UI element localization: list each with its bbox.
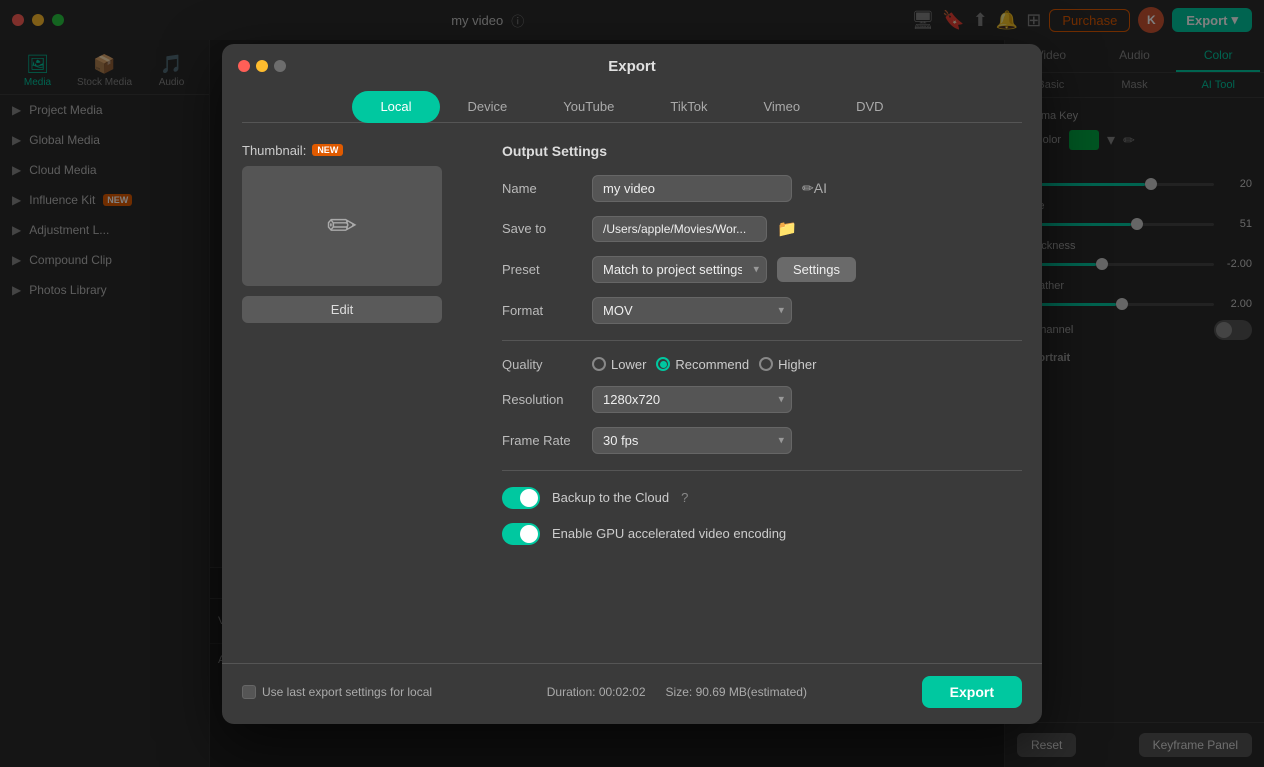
resolution-select-wrapper: 1280x720 1920x1080 3840x2160 [592, 386, 792, 413]
quality-recommend[interactable]: Recommend [656, 357, 749, 372]
frame-rate-label: Frame Rate [502, 433, 582, 448]
preset-select-wrapper: Match to project settings [592, 256, 767, 283]
name-input[interactable] [592, 175, 792, 202]
dialog-tl-yellow[interactable] [256, 60, 268, 72]
preset-label: Preset [502, 262, 582, 277]
nav-tab-vimeo[interactable]: Vimeo [735, 91, 828, 122]
radio-inner [660, 361, 667, 368]
frame-rate-select[interactable]: 24 fps 25 fps 30 fps 60 fps [592, 427, 792, 454]
dialog-traffic-lights [238, 60, 286, 72]
backup-toggle-row: Backup to the Cloud ? [502, 487, 1022, 509]
save-to-value: /Users/apple/Movies/Wor... [592, 216, 767, 242]
format-select[interactable]: MOV MP4 AVI [592, 297, 792, 324]
dialog-nav: Local Device YouTube TikTok Vimeo DVD [242, 91, 1022, 123]
radio-lower[interactable] [592, 357, 606, 371]
last-settings-checkbox[interactable] [242, 685, 256, 699]
thumbnail-preview: ✏ [242, 166, 442, 286]
save-to-row: Save to /Users/apple/Movies/Wor... 📁 [502, 216, 1022, 242]
nav-tab-youtube[interactable]: YouTube [535, 91, 642, 122]
footer-left: Use last export settings for local [242, 685, 432, 699]
backup-label: Backup to the Cloud [552, 490, 669, 505]
backup-toggle-knob [520, 489, 538, 507]
radio-higher[interactable] [759, 357, 773, 371]
dialog-titlebar: Export [222, 44, 1042, 75]
quality-row: Quality Lower Recommend Higher [502, 357, 1022, 372]
export-dialog: Export Local Device YouTube TikTok Vimeo… [222, 44, 1042, 724]
save-to-label: Save to [502, 221, 582, 236]
pencil-icon: ✏ [327, 205, 357, 247]
resolution-label: Resolution [502, 392, 582, 407]
ai-icon[interactable]: ✏AI [802, 180, 827, 197]
folder-open-button[interactable]: 📁 [777, 219, 797, 239]
modal-overlay: Export Local Device YouTube TikTok Vimeo… [0, 0, 1264, 767]
help-icon[interactable]: ? [681, 490, 688, 505]
dialog-tl-green[interactable] [274, 60, 286, 72]
output-settings-title: Output Settings [502, 143, 1022, 159]
toggles-divider [502, 470, 1022, 471]
quality-higher[interactable]: Higher [759, 357, 816, 372]
backup-toggle[interactable] [502, 487, 540, 509]
resolution-row: Resolution 1280x720 1920x1080 3840x2160 [502, 386, 1022, 413]
thumbnail-new-badge: NEW [312, 144, 343, 156]
gpu-toggle-knob [520, 525, 538, 543]
dialog-title: Export [608, 58, 656, 75]
resolution-select[interactable]: 1280x720 1920x1080 3840x2160 [592, 386, 792, 413]
gpu-toggle[interactable] [502, 523, 540, 545]
dialog-footer: Use last export settings for local Durat… [222, 663, 1042, 724]
last-settings-label: Use last export settings for local [262, 685, 432, 699]
nav-tab-device[interactable]: Device [440, 91, 536, 122]
radio-recommend[interactable] [656, 357, 670, 371]
thumbnail-section: Thumbnail: NEW ✏ Edit [242, 143, 482, 643]
name-row: Name ✏AI [502, 175, 1022, 202]
dialog-tl-red[interactable] [238, 60, 250, 72]
preset-row: Preset Match to project settings Setting… [502, 256, 1022, 283]
thumbnail-edit-button[interactable]: Edit [242, 296, 442, 323]
nav-tab-dvd[interactable]: DVD [828, 91, 911, 122]
output-settings-section: Output Settings Name ✏AI Save to /Users/… [482, 143, 1022, 643]
frame-rate-select-wrapper: 24 fps 25 fps 30 fps 60 fps [592, 427, 792, 454]
nav-tab-tiktok[interactable]: TikTok [642, 91, 735, 122]
dialog-body: Thumbnail: NEW ✏ Edit Output Settings Na… [222, 123, 1042, 663]
export-confirm-button[interactable]: Export [922, 676, 1022, 708]
format-label: Format [502, 303, 582, 318]
format-row: Format MOV MP4 AVI [502, 297, 1022, 324]
last-settings-checkbox-label[interactable]: Use last export settings for local [242, 685, 432, 699]
gpu-toggle-row: Enable GPU accelerated video encoding [502, 523, 1022, 545]
quality-lower[interactable]: Lower [592, 357, 646, 372]
preset-select[interactable]: Match to project settings [592, 256, 767, 283]
settings-button[interactable]: Settings [777, 257, 856, 282]
gpu-label: Enable GPU accelerated video encoding [552, 526, 786, 541]
frame-rate-row: Frame Rate 24 fps 25 fps 30 fps 60 fps [502, 427, 1022, 454]
footer-center: Duration: 00:02:02 Size: 90.69 MB(estima… [547, 685, 807, 699]
duration-info: Duration: 00:02:02 [547, 685, 646, 699]
settings-divider [502, 340, 1022, 341]
format-select-wrapper: MOV MP4 AVI [592, 297, 792, 324]
quality-label: Quality [502, 357, 582, 372]
size-info: Size: 90.69 MB(estimated) [666, 685, 807, 699]
thumbnail-label: Thumbnail: NEW [242, 143, 482, 158]
nav-tab-local[interactable]: Local [352, 91, 439, 123]
name-label: Name [502, 181, 582, 196]
